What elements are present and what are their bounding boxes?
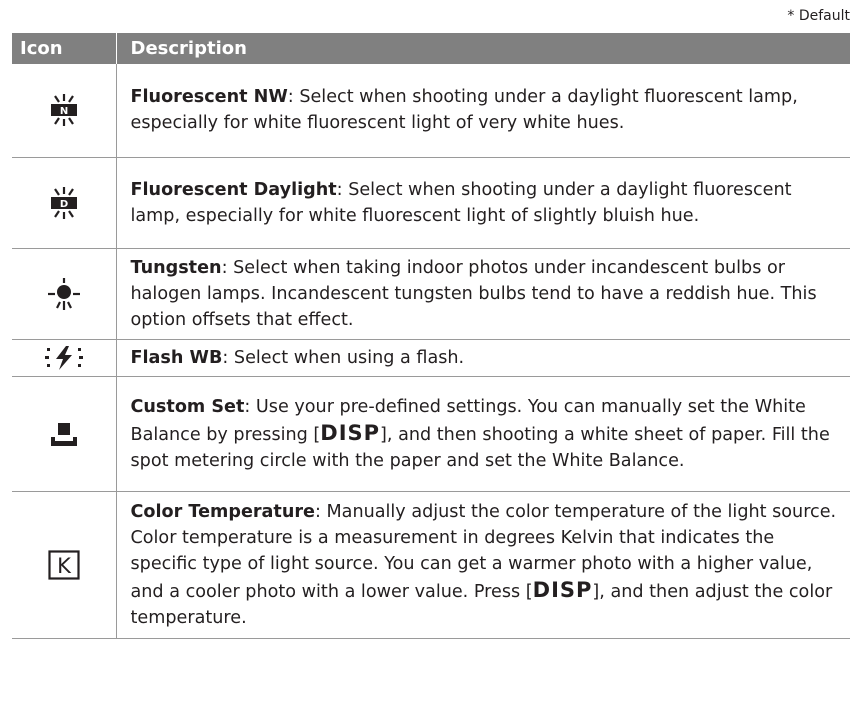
fluorescent-nw-icon: N	[12, 64, 117, 158]
tungsten-icon	[12, 248, 117, 340]
color-temperature-title: Color Temperature	[130, 501, 315, 522]
fluorescent-nw-icon-letter: N	[60, 106, 68, 117]
table-row: Flash WB: Select when using a flash.	[12, 339, 850, 377]
fluorescent-daylight-title: Fluorescent Daylight	[130, 179, 337, 200]
white-balance-table: Icon Description N Fluorescent NW: Selec…	[12, 33, 850, 639]
table-row: K Color Temperature: Manually adjust the…	[12, 491, 850, 639]
custom-set-description: Custom Set: Use your pre-defined setting…	[116, 376, 850, 492]
default-note: * Default	[787, 8, 850, 24]
fluorescent-nw-description: Fluorescent NW: Select when shooting und…	[116, 64, 850, 158]
flash-wb-text: : Select when using a flash.	[222, 347, 465, 368]
flash-wb-icon	[12, 339, 117, 377]
fluorescent-daylight-description: Fluorescent Daylight: Select when shooti…	[116, 157, 850, 249]
fluorescent-daylight-icon: D	[12, 157, 117, 249]
description-column-header: Description	[115, 33, 850, 64]
flash-wb-description: Flash WB: Select when using a flash.	[116, 339, 850, 377]
disp-key-label: DISP	[320, 420, 381, 445]
fluorescent-nw-title: Fluorescent NW	[130, 87, 288, 108]
tungsten-description: Tungsten: Select when taking indoor phot…	[116, 248, 850, 340]
table-row: D Fluorescent Daylight: Select when shoo…	[12, 157, 850, 249]
table-row: N Fluorescent NW: Select when shooting u…	[12, 64, 850, 158]
tungsten-text: : Select when taking indoor photos under…	[130, 257, 817, 330]
disp-key-label: DISP	[532, 577, 593, 602]
color-temperature-description: Color Temperature: Manually adjust the c…	[116, 491, 850, 639]
table-row: Custom Set: Use your pre-defined setting…	[12, 376, 850, 492]
flash-wb-title: Flash WB	[130, 347, 223, 368]
custom-set-title: Custom Set	[130, 396, 245, 417]
custom-set-icon	[12, 376, 117, 492]
color-temperature-icon-letter: K	[57, 554, 72, 578]
table-row: Tungsten: Select when taking indoor phot…	[12, 248, 850, 340]
table-header-row: Icon Description	[12, 33, 850, 64]
fluorescent-daylight-icon-letter: D	[60, 199, 68, 210]
tungsten-title: Tungsten	[130, 257, 222, 278]
icon-column-header: Icon	[12, 33, 116, 64]
color-temperature-icon: K	[12, 491, 117, 639]
